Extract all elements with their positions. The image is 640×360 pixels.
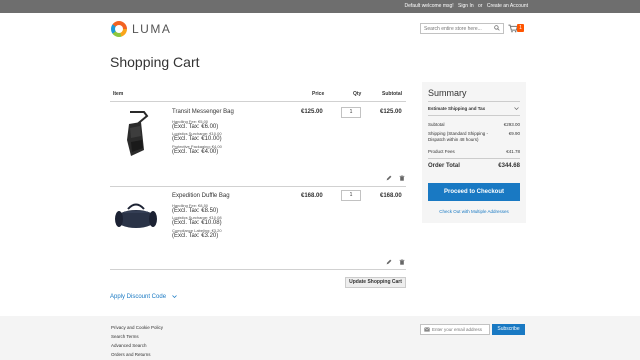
order-total-label: Order Total — [428, 163, 460, 169]
product-image-duffle-bag[interactable] — [114, 200, 158, 230]
footer-link-privacy[interactable]: Privacy and Cookie Policy — [111, 325, 163, 330]
header-item: Item — [113, 91, 124, 97]
logo-mark-icon — [111, 20, 127, 37]
trash-icon[interactable] — [399, 259, 405, 265]
search-input[interactable]: Search entire store here... — [420, 23, 504, 34]
chevron-down-icon[interactable] — [514, 106, 519, 111]
create-account-link[interactable]: Create an Account — [487, 3, 528, 9]
search-icon[interactable] — [494, 25, 500, 31]
edit-icon[interactable] — [386, 259, 392, 265]
product-image-messenger-bag[interactable] — [121, 110, 151, 158]
option-fee-excl-tax: (Excl. Tax: €4.00) — [172, 149, 219, 155]
sign-in-link[interactable]: Sign In — [458, 3, 474, 9]
footer — [0, 316, 640, 360]
footer-link-advanced-search[interactable]: Advanced Search — [111, 343, 147, 348]
cart-count-badge[interactable]: 1 — [517, 24, 524, 32]
footer-link-search-terms[interactable]: Search Terms — [111, 334, 139, 339]
subscribe-button[interactable]: Subscribe — [492, 324, 525, 335]
item-price: €168.00 — [301, 193, 323, 199]
row-divider — [110, 186, 406, 187]
update-cart-button[interactable]: Update Shopping Cart — [345, 277, 406, 288]
product-name-link[interactable]: Transit Messenger Bag — [172, 109, 234, 115]
option-fee-excl-tax: (Excl. Tax: €10.08) — [172, 220, 222, 226]
summary-divider — [428, 101, 520, 102]
trash-icon[interactable] — [399, 175, 405, 181]
logo[interactable]: LUMA — [111, 20, 171, 37]
option-fee-excl-tax: (Excl. Tax: €8.50) — [172, 208, 219, 214]
option-fee-excl-tax: (Excl. Tax: €10.00) — [172, 136, 222, 142]
logo-text: LUMA — [132, 21, 172, 36]
proceed-to-checkout-button[interactable]: Proceed to Checkout — [428, 183, 520, 201]
apply-discount-toggle[interactable]: Apply Discount Code — [110, 294, 177, 300]
header-qty: Qty — [353, 91, 362, 97]
search-placeholder: Search entire store here... — [424, 26, 482, 32]
edit-icon[interactable] — [386, 175, 392, 181]
newsletter-placeholder: Enter your email address — [432, 327, 483, 332]
or-text: or — [478, 3, 483, 9]
welcome-message: Default welcome msg! — [404, 3, 454, 9]
top-links: Default welcome msg! Sign In or Create a… — [401, 3, 528, 9]
qty-input[interactable]: 1 — [341, 107, 361, 118]
subtotal-label: Subtotal — [428, 122, 445, 127]
top-bar: Default welcome msg! Sign In or Create a… — [0, 0, 640, 13]
product-fees-label: Product Fees — [428, 149, 455, 154]
table-divider — [110, 101, 406, 102]
footer-link-orders-returns[interactable]: Orders and Returns — [111, 352, 151, 357]
newsletter-email-input[interactable]: Enter your email address — [420, 324, 490, 335]
option-fee-excl-tax: (Excl. Tax: €3.20) — [172, 233, 219, 239]
apply-discount-label: Apply Discount Code — [110, 294, 167, 301]
summary-divider — [428, 158, 520, 159]
order-summary: Summary Estimate Shipping and Tax Subtot… — [422, 82, 526, 223]
qty-input[interactable]: 1 — [341, 190, 361, 201]
envelope-icon — [424, 327, 430, 332]
shipping-value: €9.90 — [508, 131, 520, 136]
subtotal-value: €293.00 — [503, 122, 520, 127]
shipping-label: Shipping (Standard Shipping - Dispatch w… — [428, 131, 489, 142]
header-subtotal: Subtotal — [382, 91, 402, 97]
order-total-value: €344.68 — [498, 163, 520, 169]
summary-title: Summary — [428, 88, 467, 98]
item-subtotal: €125.00 — [380, 109, 402, 115]
item-price: €125.00 — [301, 109, 323, 115]
chevron-down-icon — [171, 295, 177, 299]
page-title: Shopping Cart — [110, 54, 200, 70]
summary-divider — [428, 115, 520, 116]
multiple-addresses-link[interactable]: Check Out with Multiple Addresses — [422, 209, 526, 214]
header-price: Price — [312, 91, 325, 97]
product-fees-value: €41.78 — [506, 149, 520, 154]
option-fee-excl-tax: (Excl. Tax: €6.00) — [172, 124, 219, 130]
row-divider — [110, 269, 406, 270]
product-name-link[interactable]: Expedition Duffle Bag — [172, 193, 230, 199]
item-subtotal: €168.00 — [380, 193, 402, 199]
estimate-shipping-toggle[interactable]: Estimate Shipping and Tax — [428, 106, 485, 111]
